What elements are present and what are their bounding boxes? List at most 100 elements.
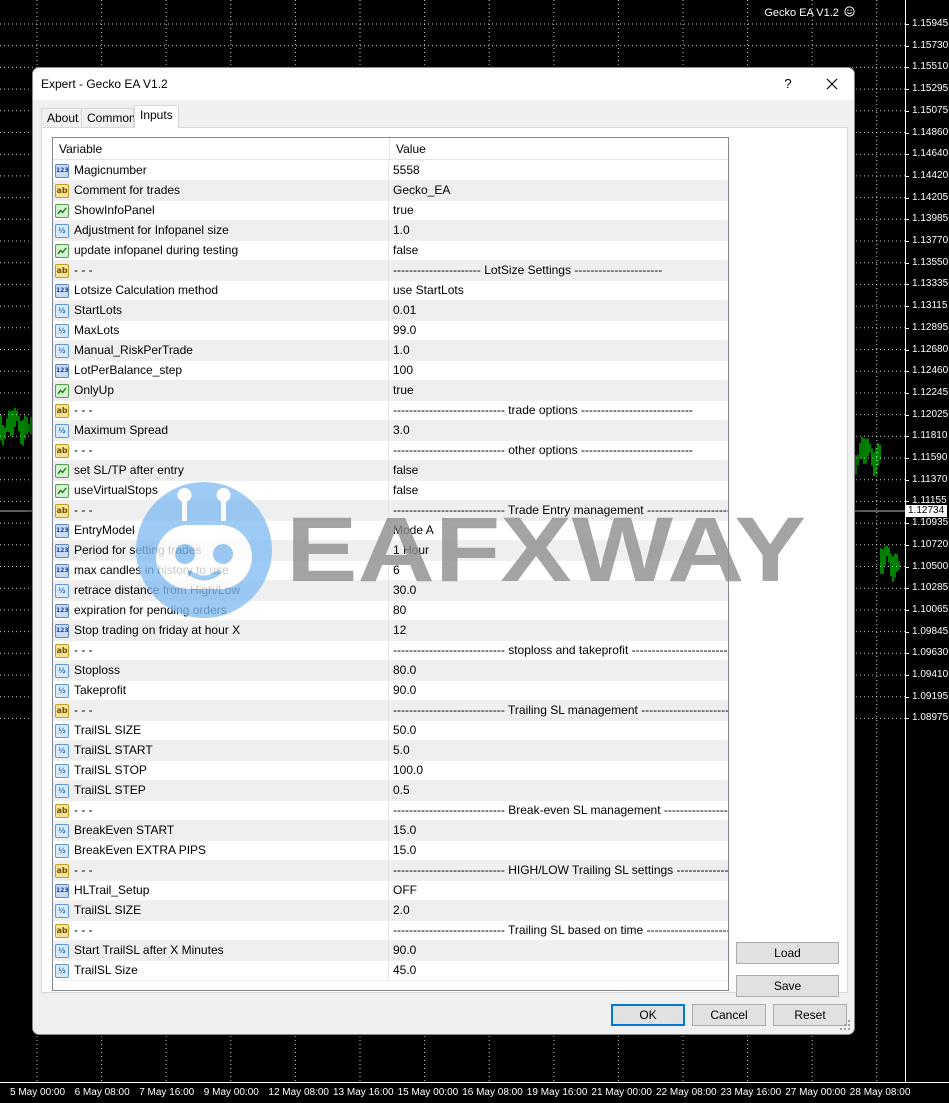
table-row[interactable]: ½ retrace distance from High/Low 30.0 — [53, 581, 728, 601]
value-cell[interactable]: 1.0 — [390, 341, 728, 361]
table-row[interactable]: ab - - - ---------------------------- Trad… — [53, 501, 728, 521]
ok-button[interactable]: OK — [611, 1004, 685, 1026]
inputs-grid[interactable]: Variable Value 123 Magicnumber 5558 ab Comme… — [52, 137, 729, 991]
table-row[interactable]: ½ TrailSL Size 45.0 — [53, 961, 728, 981]
table-row[interactable]: ½ Adjustment for Infopanel size 1.0 — [53, 221, 728, 241]
table-row[interactable]: 123 Stop trading on friday at hour X 12 — [53, 621, 728, 641]
table-row[interactable]: ab - - - ---------------------------- trad… — [53, 401, 728, 421]
value-cell[interactable]: 100.0 — [390, 761, 728, 781]
table-row[interactable]: ab - - - ---------------------------- HIGH… — [53, 861, 728, 881]
table-row[interactable]: ½ TrailSL SIZE 2.0 — [53, 901, 728, 921]
value-cell[interactable]: ---------------------------- Trade Entry… — [390, 501, 728, 521]
value-cell[interactable]: false — [390, 461, 728, 481]
price-tick-label: 1.09410 — [905, 670, 949, 680]
table-row[interactable]: ½ Takeprofit 90.0 — [53, 681, 728, 701]
value-cell[interactable]: 5558 — [390, 161, 728, 181]
table-row[interactable]: ½ TrailSL STOP 100.0 — [53, 761, 728, 781]
value-cell[interactable]: false — [390, 481, 728, 501]
value-cell[interactable]: 0.01 — [390, 301, 728, 321]
reset-button[interactable]: Reset — [773, 1004, 847, 1026]
value-cell[interactable]: 3.0 — [390, 421, 728, 441]
value-cell[interactable]: ---------------------------- Trailing SL… — [390, 921, 728, 941]
value-cell[interactable]: 1.0 — [390, 221, 728, 241]
value-cell[interactable]: 80.0 — [390, 661, 728, 681]
load-button[interactable]: Load — [736, 942, 839, 964]
time-axis[interactable]: 5 May 00:00 6 May 08:00 7 May 16:00 9 May 0… — [0, 1082, 949, 1103]
column-header-variable[interactable]: Variable — [53, 138, 389, 160]
value-cell[interactable]: 30.0 — [390, 581, 728, 601]
table-row[interactable]: update infopanel during testing false — [53, 241, 728, 261]
resize-grip-icon[interactable] — [840, 1020, 850, 1030]
value-cell[interactable]: ---------------------------- trade optio… — [390, 401, 728, 421]
table-row[interactable]: ½ MaxLots 99.0 — [53, 321, 728, 341]
table-row[interactable]: ab - - - ---------------------------- Trai… — [53, 701, 728, 721]
tab-common[interactable]: Common — [81, 108, 136, 128]
value-cell[interactable]: 99.0 — [390, 321, 728, 341]
value-cell[interactable]: 50.0 — [390, 721, 728, 741]
value-cell[interactable]: use StartLots — [390, 281, 728, 301]
value-cell[interactable]: 90.0 — [390, 941, 728, 961]
table-row[interactable]: ShowInfoPanel true — [53, 201, 728, 221]
price-axis[interactable]: 1.15945 1.15730 1.15510 1.15295 1.15075 1.148… — [905, 0, 949, 1082]
value-cell[interactable]: 2.0 — [390, 901, 728, 921]
table-row[interactable]: ab - - - ---------------------- LotSize Se… — [53, 261, 728, 281]
table-row[interactable]: 123 Magicnumber 5558 — [53, 161, 728, 181]
column-header-value[interactable]: Value — [390, 138, 728, 160]
table-row[interactable]: useVirtualStops false — [53, 481, 728, 501]
tab-about[interactable]: About — [41, 108, 82, 128]
table-row[interactable]: 123 expiration for pending orders 80 — [53, 601, 728, 621]
table-row[interactable]: 123 EntryModel Mode A — [53, 521, 728, 541]
table-row[interactable]: 123 max candles in history to use 6 — [53, 561, 728, 581]
value-cell[interactable]: 100 — [390, 361, 728, 381]
table-row[interactable]: ½ TrailSL STEP 0.5 — [53, 781, 728, 801]
value-cell[interactable]: ---------------------------- other optio… — [390, 441, 728, 461]
value-cell[interactable]: OFF — [390, 881, 728, 901]
value-cell[interactable]: ---------------------------- Break-even … — [390, 801, 728, 821]
table-row[interactable]: 123 HLTrail_Setup OFF — [53, 881, 728, 901]
value-cell[interactable]: 5.0 — [390, 741, 728, 761]
tab-inputs[interactable]: Inputs — [134, 105, 179, 128]
table-row[interactable]: ab Comment for trades Gecko_EA — [53, 181, 728, 201]
save-button[interactable]: Save — [736, 975, 839, 997]
table-row[interactable]: ab - - - ---------------------------- Trai… — [53, 921, 728, 941]
value-cell[interactable]: ---------------------------- stoploss an… — [390, 641, 728, 661]
table-row[interactable]: 123 Period for setting trades 1 Hour — [53, 541, 728, 561]
value-cell[interactable]: false — [390, 241, 728, 261]
value-cell[interactable]: true — [390, 201, 728, 221]
table-row[interactable]: ½ Maximum Spread 3.0 — [53, 421, 728, 441]
value-cell[interactable]: 1 Hour — [390, 541, 728, 561]
table-row[interactable]: OnlyUp true — [53, 381, 728, 401]
value-cell[interactable]: 0.5 — [390, 781, 728, 801]
value-cell[interactable]: 90.0 — [390, 681, 728, 701]
table-row[interactable]: ½ Manual_RiskPerTrade 1.0 — [53, 341, 728, 361]
value-cell[interactable]: ---------------------- LotSize Settings … — [390, 261, 728, 281]
value-cell[interactable]: 15.0 — [390, 821, 728, 841]
table-row[interactable]: ½ TrailSL START 5.0 — [53, 741, 728, 761]
table-row[interactable]: 123 LotPerBalance_step 100 — [53, 361, 728, 381]
value-cell[interactable]: Gecko_EA — [390, 181, 728, 201]
table-row[interactable]: ab - - - ---------------------------- othe… — [53, 441, 728, 461]
table-row[interactable]: ½ BreakEven START 15.0 — [53, 821, 728, 841]
value-cell[interactable]: 80 — [390, 601, 728, 621]
table-row[interactable]: set SL/TP after entry false — [53, 461, 728, 481]
value-cell[interactable]: true — [390, 381, 728, 401]
cancel-button[interactable]: Cancel — [692, 1004, 766, 1026]
value-cell[interactable]: 15.0 — [390, 841, 728, 861]
table-row[interactable]: 123 Lotsize Calculation method use StartLo… — [53, 281, 728, 301]
table-row[interactable]: ½ BreakEven EXTRA PIPS 15.0 — [53, 841, 728, 861]
value-cell[interactable]: 6 — [390, 561, 728, 581]
value-cell[interactable]: Mode A — [390, 521, 728, 541]
value-cell[interactable]: ---------------------------- HIGH/LOW Tr… — [390, 861, 728, 881]
table-row[interactable]: ½ Stoploss 80.0 — [53, 661, 728, 681]
table-row[interactable]: ab - - - ---------------------------- stop… — [53, 641, 728, 661]
dialog-titlebar[interactable]: Expert - Gecko EA V1.2 ? — [33, 68, 854, 100]
value-cell[interactable]: 12 — [390, 621, 728, 641]
value-cell[interactable]: 45.0 — [390, 961, 728, 981]
value-cell[interactable]: ---------------------------- Trailing SL… — [390, 701, 728, 721]
close-button[interactable] — [815, 72, 849, 96]
table-row[interactable]: ½ TrailSL SIZE 50.0 — [53, 721, 728, 741]
help-button[interactable]: ? — [771, 72, 805, 96]
table-row[interactable]: ½ StartLots 0.01 — [53, 301, 728, 321]
table-row[interactable]: ½ Start TrailSL after X Minutes 90.0 — [53, 941, 728, 961]
table-row[interactable]: ab - - - ---------------------------- Brea… — [53, 801, 728, 821]
